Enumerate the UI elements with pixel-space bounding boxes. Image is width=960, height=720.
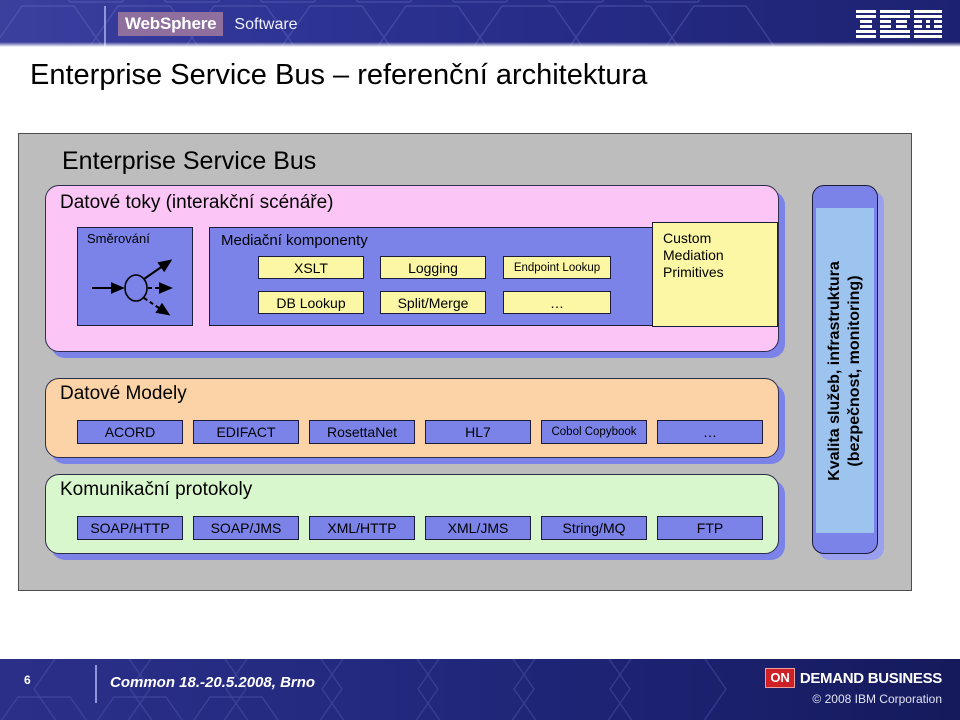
custom-mediation-primitives-label: Custom Mediation Primitives bbox=[663, 230, 777, 281]
page-number: 6 bbox=[24, 673, 31, 687]
odb-on-badge: ON bbox=[765, 668, 795, 688]
footer-event-label: Common 18.-20.5.2008, Brno bbox=[110, 674, 316, 691]
section-title-comm-protocols: Komunikační protokoly bbox=[60, 479, 253, 500]
comm-protocol-chip[interactable]: String/MQ bbox=[541, 516, 647, 540]
mediation-chip[interactable]: Split/Merge bbox=[380, 291, 486, 314]
data-model-chip[interactable]: HL7 bbox=[425, 420, 531, 444]
data-model-chip[interactable]: EDIFACT bbox=[193, 420, 299, 444]
comm-protocol-chip[interactable]: FTP bbox=[657, 516, 763, 540]
section-title-data-models: Datové Modely bbox=[60, 383, 187, 404]
odb-text: DEMAND BUSINESS bbox=[799, 669, 942, 687]
data-model-chip[interactable]: Cobol Copybook bbox=[541, 420, 647, 444]
custom-primitives-line-2: Primitives bbox=[663, 264, 724, 280]
slide: WebSphere Software Enterprise Service Bu… bbox=[0, 0, 960, 720]
custom-mediation-primitives-box: Custom Mediation Primitives bbox=[652, 222, 778, 327]
data-model-chip[interactable]: … bbox=[657, 420, 763, 444]
copyright-notice: © 2008 IBM Corporation bbox=[812, 692, 942, 706]
comm-protocol-chip[interactable]: SOAP/JMS bbox=[193, 516, 299, 540]
websphere-badge: WebSphere bbox=[118, 12, 224, 36]
header-fade bbox=[0, 42, 960, 47]
section-data-models: Datové Modely ACORD EDIFACT RosettaNet HL7 C… bbox=[45, 378, 779, 458]
qos-label: Kvalita služeb, infrastruktura (bezpečno… bbox=[825, 261, 865, 481]
ibm-logo bbox=[856, 10, 942, 38]
section-data-flows: Datové toky (interakční scénáře) Směrová… bbox=[45, 185, 779, 352]
mediation-chip[interactable]: XSLT bbox=[258, 256, 364, 279]
mediation-chip[interactable]: … bbox=[503, 291, 611, 314]
section-title-data-flows: Datové toky (interakční scénáře) bbox=[60, 192, 334, 213]
routing-label: Směrování bbox=[87, 231, 150, 246]
routing-fan-out-icon bbox=[92, 259, 173, 316]
mediation-chip[interactable]: Logging bbox=[380, 256, 486, 279]
mediation-components-label: Mediační komponenty bbox=[221, 232, 368, 249]
on-demand-business-logo: ON DEMAND BUSINESS bbox=[765, 668, 942, 688]
mediation-components-panel: Mediační komponenty XSLT Logging Endpoint … bbox=[209, 227, 668, 326]
esb-diagram-panel: Enterprise Service Bus Datové toky (inte… bbox=[18, 133, 912, 591]
section-comm-protocols: Komunikační protokoly SOAP/HTTP SOAP/JMS X… bbox=[45, 474, 779, 554]
routing-panel: Směrování bbox=[77, 227, 193, 326]
software-label: Software bbox=[234, 15, 298, 33]
page-title: Enterprise Service Bus – referenční arch… bbox=[30, 59, 648, 91]
mediation-chip[interactable]: Endpoint Lookup bbox=[503, 256, 611, 279]
esb-heading: Enterprise Service Bus bbox=[62, 147, 317, 175]
custom-primitives-line-0: Custom bbox=[663, 230, 712, 246]
comm-protocol-chip[interactable]: XML/HTTP bbox=[309, 516, 415, 540]
qos-infrastructure-bar: Kvalita služeb, infrastruktura (bezpečno… bbox=[812, 185, 878, 554]
footer-divider bbox=[95, 665, 97, 703]
brand-lockup: WebSphere Software bbox=[118, 12, 298, 36]
qos-label-line2: (bezpečnost, monitoring) bbox=[846, 274, 863, 467]
mediation-chip[interactable]: DB Lookup bbox=[258, 291, 364, 314]
header-divider bbox=[104, 6, 106, 47]
custom-primitives-line-1: Mediation bbox=[663, 247, 724, 263]
slide-header: WebSphere Software bbox=[0, 0, 960, 47]
data-model-chip[interactable]: RosettaNet bbox=[309, 420, 415, 444]
comm-protocol-chip[interactable]: XML/JMS bbox=[425, 516, 531, 540]
qos-inner-panel: Kvalita služeb, infrastruktura (bezpečno… bbox=[816, 208, 874, 533]
data-model-chip[interactable]: ACORD bbox=[77, 420, 183, 444]
comm-protocol-chip[interactable]: SOAP/HTTP bbox=[77, 516, 183, 540]
qos-label-line1: Kvalita služeb, infrastruktura bbox=[826, 260, 843, 481]
